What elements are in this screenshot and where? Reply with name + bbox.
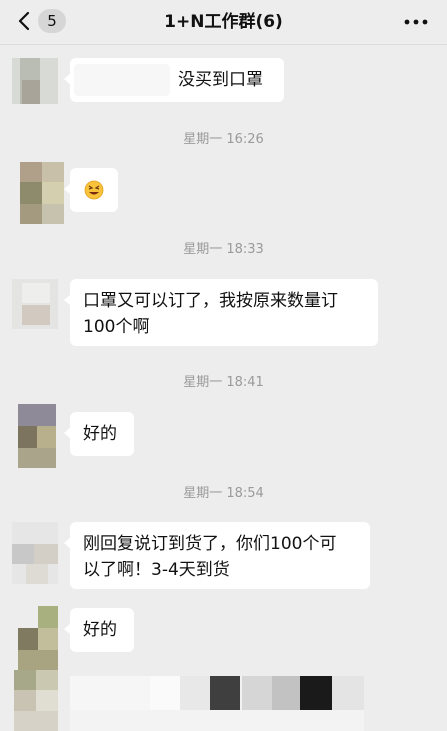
- message-text-line: 口罩又可以订了，我按原来数量订: [83, 291, 338, 311]
- more-options-icon[interactable]: [403, 14, 429, 30]
- message-text-line: 刚回复说订到货了，你们100个可: [83, 534, 337, 554]
- grinning-squint-face-emoji-icon: [84, 180, 104, 200]
- chat-title: 1+N工作群(6): [164, 12, 283, 32]
- avatar[interactable]: [12, 58, 58, 104]
- avatar[interactable]: [18, 606, 58, 670]
- message-text: 没买到口罩: [178, 70, 263, 90]
- message-bubble[interactable]: [64, 168, 118, 212]
- timestamp: 星期一 18:41: [183, 375, 264, 390]
- chat-header: 5 1+N工作群(6): [0, 0, 447, 45]
- message-bubble[interactable]: 刚回复说订到货了，你们100个可 以了啊！3-4天到货: [64, 522, 370, 589]
- unread-count-badge[interactable]: 5: [38, 9, 66, 33]
- timestamp: 星期一 18:33: [183, 242, 264, 257]
- avatar[interactable]: [12, 279, 58, 329]
- message-text-line: 以了啊！3-4天到货: [83, 560, 230, 580]
- message-bubble[interactable]: 好的: [64, 608, 134, 652]
- timestamp: 星期一 18:54: [183, 486, 264, 501]
- blurred-sender-area: [74, 64, 170, 96]
- message-text: 好的: [83, 620, 117, 640]
- back-chevron-icon[interactable]: [18, 11, 30, 31]
- timestamp: 星期一 16:26: [183, 132, 264, 147]
- avatar[interactable]: [12, 522, 58, 584]
- pixelated-image[interactable]: [70, 676, 364, 710]
- avatar[interactable]: [20, 162, 64, 224]
- message-bubble[interactable]: 没买到口罩: [64, 58, 284, 102]
- image-bottom-fill: [70, 710, 364, 731]
- message-text: 好的: [83, 424, 117, 444]
- avatar[interactable]: [14, 670, 58, 731]
- message-text-line: 100个啊: [83, 317, 150, 337]
- message-bubble[interactable]: 好的: [64, 412, 134, 456]
- avatar[interactable]: [18, 404, 56, 468]
- message-bubble[interactable]: 口罩又可以订了，我按原来数量订 100个啊: [64, 279, 378, 346]
